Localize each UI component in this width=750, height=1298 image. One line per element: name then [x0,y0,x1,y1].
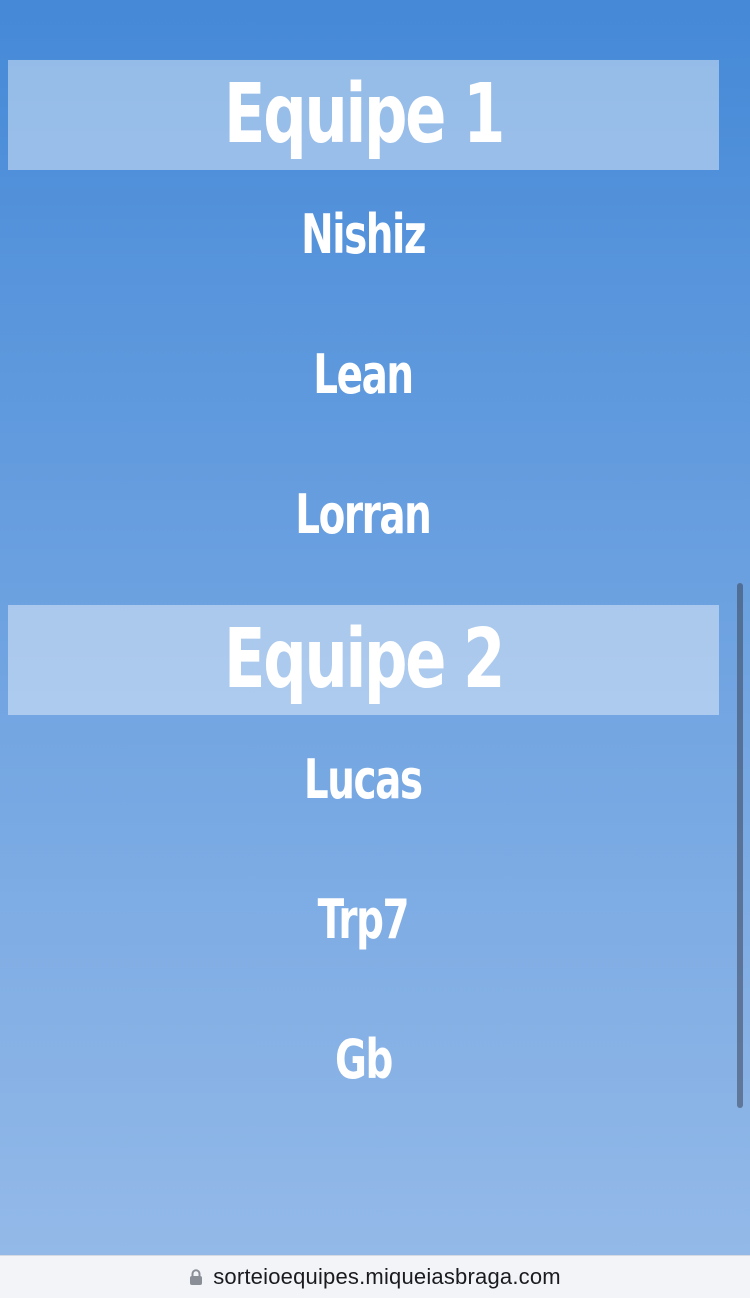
team-2-header: Equipe 2 [8,605,719,715]
team-1-player-2: Lean [0,348,726,402]
team-1-header: Equipe 1 [8,60,719,170]
team-2-player-3: Gb [0,1033,726,1087]
browser-address-bar[interactable]: sorteioequipes.miqueiasbraga.com [0,1255,750,1298]
team-2-title: Equipe 2 [223,612,505,707]
player-name: Lean [313,343,414,406]
url-text[interactable]: sorteioequipes.miqueiasbraga.com [213,1264,561,1290]
player-name: Nishiz [300,203,426,266]
team-2-player-1: Lucas [0,753,726,807]
team-1-title: Equipe 1 [223,67,505,162]
team-1-player-1: Nishiz [0,208,726,262]
player-name: Gb [334,1028,393,1091]
team-2-player-2: Trp7 [0,893,726,947]
lock-icon [189,1269,203,1285]
vertical-scrollbar[interactable] [737,583,743,1108]
team-1-player-3: Lorran [0,488,726,542]
address-wrap[interactable]: sorteioequipes.miqueiasbraga.com [189,1264,561,1290]
player-name: Lucas [304,748,423,811]
player-name: Lorran [295,483,432,546]
player-name: Trp7 [317,888,410,951]
team-results-page: Equipe 1 Nishiz Lean Lorran Equipe 2 Luc… [0,0,750,1255]
